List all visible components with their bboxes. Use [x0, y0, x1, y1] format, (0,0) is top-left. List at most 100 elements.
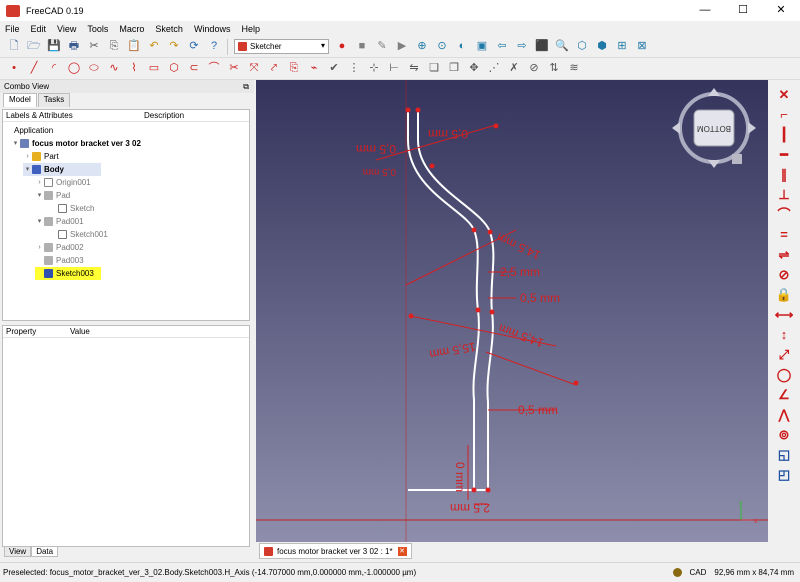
measure-icon[interactable]: ⊞ — [614, 39, 630, 55]
arc-icon[interactable]: ◜ — [46, 61, 62, 77]
tree-expand-arrow-icon[interactable]: › — [23, 150, 32, 163]
forward-icon[interactable]: ⇨ — [514, 39, 530, 55]
cube-view-icon[interactable]: ⬡ — [574, 39, 590, 55]
point-icon[interactable]: • — [6, 61, 22, 77]
tree-item[interactable]: › Pad002 — [35, 241, 84, 254]
clipping-icon[interactable]: ⊠ — [634, 39, 650, 55]
navcube-face-label[interactable]: BOTTOM — [697, 124, 731, 133]
circle-icon[interactable]: ◯ — [66, 61, 82, 77]
slot-icon[interactable]: ⊂ — [186, 61, 202, 77]
conic-icon[interactable]: ⬭ — [86, 61, 102, 77]
3d-viewport[interactable]: 0,5 mm 0,5 mm 14,5 mm 2,5 mm 0,5 mm 14,5… — [256, 80, 768, 542]
sync-view-icon[interactable]: ▣ — [474, 39, 490, 55]
extend-icon[interactable]: ⤧ — [246, 61, 262, 77]
sketch-vertex[interactable] — [485, 487, 491, 493]
external-geometry-icon[interactable]: ⤤ — [266, 61, 282, 77]
bspline-degree-icon[interactable]: ≋ — [566, 61, 582, 77]
tab-model[interactable]: Model — [3, 93, 37, 107]
line-icon[interactable]: ╱ — [26, 61, 42, 77]
property-view[interactable]: Property Value — [2, 325, 250, 547]
sketch-vertex[interactable] — [429, 163, 435, 169]
tree-item[interactable]: Sketch003 — [35, 267, 101, 280]
part-icon[interactable]: ⬢ — [594, 39, 610, 55]
menu-sketch[interactable]: Sketch — [155, 24, 183, 34]
horizontal-icon[interactable]: ━ — [775, 146, 793, 163]
stop-macro-icon[interactable]: ■ — [354, 39, 370, 55]
horizontal-distance-icon[interactable]: ⟷ — [775, 306, 794, 323]
tree-expand-arrow-icon[interactable]: › — [35, 241, 44, 254]
menu-view[interactable]: View — [57, 24, 76, 34]
tree-item[interactable]: ▾ Pad — [35, 189, 70, 202]
navcube-mini-cube-icon[interactable] — [732, 154, 742, 164]
dimension-line[interactable] — [485, 351, 577, 386]
workbench-selector[interactable]: Sketcher ▾ — [234, 39, 329, 54]
dimension-label[interactable]: 14,5 mm — [494, 230, 542, 262]
sketch-vertex[interactable] — [487, 229, 493, 235]
sketch-vertex[interactable] — [405, 107, 411, 113]
whats-this-icon[interactable]: ? — [206, 39, 222, 55]
save-icon[interactable]: 💾 — [46, 39, 62, 55]
print-icon[interactable]: 🖶 — [66, 39, 82, 55]
tree-expand-arrow-icon[interactable]: › — [35, 176, 44, 189]
fit-selection-icon[interactable]: ⊙ — [434, 39, 450, 55]
tree-item[interactable]: Sketch001 — [49, 228, 108, 241]
dimension-label[interactable]: 2,5 mm — [450, 501, 490, 515]
draw-style-icon[interactable]: ◐ — [454, 39, 470, 55]
prop-col-property[interactable]: Property — [6, 326, 70, 337]
clone-icon[interactable]: ❏ — [426, 61, 442, 77]
distance-icon[interactable]: ⤢ — [775, 346, 793, 363]
tree-expand-arrow-icon[interactable]: ▾ — [35, 189, 44, 202]
snell-icon[interactable]: ⋀ — [775, 406, 793, 423]
refresh-icon[interactable]: ⟳ — [186, 39, 202, 55]
toggle-constraint-icon[interactable]: ◱ — [775, 446, 793, 463]
run-macro-icon[interactable]: ▶ — [394, 39, 410, 55]
tab-tasks[interactable]: Tasks — [37, 93, 71, 107]
sketch-vertex[interactable] — [573, 380, 579, 386]
fit-all-icon[interactable]: ⊕ — [414, 39, 430, 55]
tree-item[interactable]: Pad003 — [35, 254, 84, 267]
trim-icon[interactable]: ✂ — [226, 61, 242, 77]
delete-geometry-icon[interactable]: ✗ — [506, 61, 522, 77]
redo-icon[interactable]: ↷ — [166, 39, 182, 55]
internal-alignment-icon[interactable]: ⊚ — [775, 426, 793, 443]
tangent-icon[interactable]: ⌒ — [775, 206, 793, 223]
navcube-arrow-up-icon[interactable] — [708, 88, 720, 96]
rectangular-array-icon[interactable]: ⋰ — [486, 61, 502, 77]
undo-icon[interactable]: ↶ — [146, 39, 162, 55]
minimize-button[interactable]: — — [686, 0, 724, 21]
move-icon[interactable]: ✥ — [466, 61, 482, 77]
tree-item[interactable]: Application — [5, 124, 53, 137]
dimension-label[interactable]: 0 mm — [453, 462, 467, 492]
tree-item[interactable]: ▾ Pad001 — [35, 215, 84, 228]
select-axes-icon[interactable]: ⊢ — [386, 61, 402, 77]
menu-file[interactable]: File — [5, 24, 20, 34]
angle-icon[interactable]: ∠ — [775, 386, 793, 403]
tree-item[interactable]: › Part — [23, 150, 59, 163]
rectangle-icon[interactable]: ▭ — [146, 61, 162, 77]
tab-view[interactable]: View — [4, 547, 32, 557]
cut-icon[interactable]: ✂ — [86, 39, 102, 55]
dimension-label[interactable]: 15,5 mm — [428, 340, 476, 362]
delete-constraints-icon[interactable]: ⊘ — [526, 61, 542, 77]
paste-icon[interactable]: 📋 — [126, 39, 142, 55]
sketch-vertex[interactable] — [489, 309, 495, 315]
tree-item[interactable]: Sketch — [49, 202, 94, 215]
menu-tools[interactable]: Tools — [87, 24, 108, 34]
zoom-icon[interactable]: 🔍 — [554, 39, 570, 55]
parallel-icon[interactable]: ∥ — [775, 166, 793, 183]
symmetric-icon[interactable]: ⇌ — [775, 246, 793, 263]
sketch-canvas[interactable]: 0,5 mm 0,5 mm 14,5 mm 2,5 mm 0,5 mm 14,5… — [256, 80, 768, 542]
sketch-vertex[interactable] — [408, 313, 414, 319]
dimension-label[interactable]: 0,5 mm — [520, 291, 560, 305]
record-macro-icon[interactable]: ● — [334, 39, 350, 55]
tab-data[interactable]: Data — [31, 547, 59, 557]
float-panel-icon[interactable]: ⧉ — [243, 80, 249, 93]
menu-help[interactable]: Help — [241, 24, 260, 34]
navigation-style-label[interactable]: CAD — [690, 568, 707, 577]
polyline-icon[interactable]: ⌇ — [126, 61, 142, 77]
back-icon[interactable]: ⇦ — [494, 39, 510, 55]
tree-item[interactable]: › Origin001 — [35, 176, 91, 189]
workbench-icon[interactable]: ⬛ — [534, 39, 550, 55]
sketch-vertex[interactable] — [415, 107, 421, 113]
radius-icon[interactable]: ◯ — [775, 366, 793, 383]
